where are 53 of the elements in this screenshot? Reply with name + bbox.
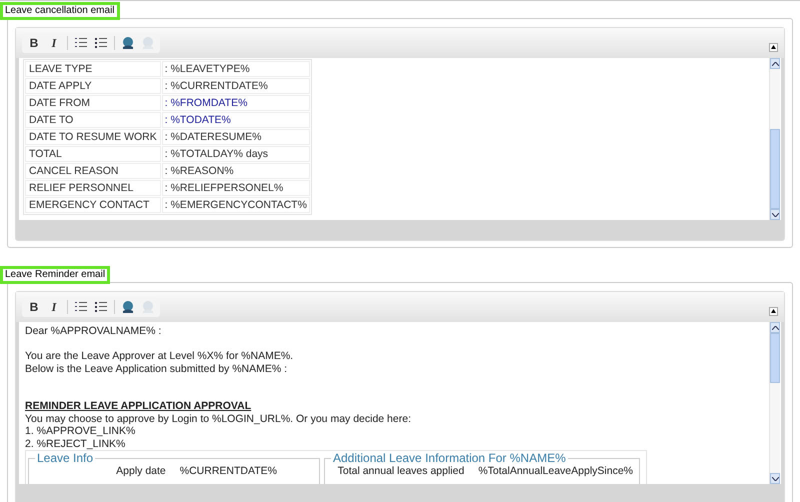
numbered-list-icon	[74, 300, 88, 314]
collapse-button[interactable]	[769, 306, 778, 316]
collapse-button[interactable]	[769, 42, 778, 52]
table-cell: : %EMERGENCYCONTACT%	[162, 197, 310, 213]
section-heading: REMINDER LEAVE APPLICATION APPROVAL	[25, 400, 252, 412]
section-label: Leave Reminder email	[0, 266, 110, 284]
toolbar-button[interactable]: I	[45, 298, 63, 316]
body-text: Below is the Leave Application submitted by %NAME% :	[25, 362, 288, 375]
body-text: 1. %APPROVE_LINK%	[25, 425, 136, 438]
toolbar-button[interactable]: I	[45, 34, 63, 52]
body-text: You may choose to approve by Login to %LOGIN_URL%. Or you may decide here:	[25, 412, 412, 425]
table-cell: : %REASON%	[162, 163, 310, 179]
up-arrow-icon	[771, 309, 776, 313]
table-cell: : %LEAVETYPE%	[162, 61, 310, 77]
table-cell: DATE APPLY	[25, 78, 161, 94]
table-cell: : %TOTALDAY% days	[162, 146, 310, 162]
table-cell: : %CURRENTDATE%	[162, 78, 310, 94]
scroll-down-icon[interactable]	[772, 212, 778, 216]
table-cell: : %RELIEFPERSONEL%	[162, 180, 310, 196]
scroll-up-icon[interactable]	[772, 326, 778, 330]
up-arrow-icon	[771, 45, 776, 49]
table-cell: DATE TO	[25, 112, 161, 128]
toolbar-button[interactable]: B	[25, 298, 43, 316]
table-cell: TOTAL	[25, 146, 161, 162]
table-cell: DATE TO RESUME WORK	[25, 129, 161, 145]
table-cell: CANCEL REASON	[25, 163, 161, 179]
table-cell: LEAVE TYPE	[25, 61, 161, 77]
body-text: Dear %APPROVALNAME% :	[25, 325, 162, 338]
table-cell: RELIEF PERSONNEL	[25, 180, 161, 196]
table-cell: : %DATERESUME%	[162, 129, 310, 145]
table-cell: EMERGENCY CONTACT	[25, 197, 161, 213]
bullet-list-icon	[94, 300, 108, 314]
numbered-list-icon	[74, 36, 88, 50]
field-value: %CURRENTDATE%	[180, 465, 277, 477]
table-cell: : %TODATE%	[162, 112, 310, 128]
field-value: %TotalAnnualLeaveApplySince%	[478, 465, 633, 477]
body-text: You are the Leave Approver at Level %X% for %NAME%.	[25, 350, 294, 362]
scroll-up-icon[interactable]	[772, 62, 778, 66]
scrollbar[interactable]	[769, 322, 780, 484]
toolbar-button[interactable]: B	[25, 34, 43, 52]
section-label: Leave cancellation email	[0, 2, 120, 20]
body-text: 2. %REJECT_LINK%	[25, 438, 126, 450]
field-label: Total annual leaves applied	[338, 465, 464, 477]
scroll-thumb[interactable]	[770, 129, 780, 209]
scroll-down-icon[interactable]	[772, 476, 778, 480]
fieldset-legend: Additional Leave Information For %NAME%	[331, 451, 568, 465]
table-cell: : %FROMDATE%	[162, 95, 310, 111]
field-label: Apply date	[116, 465, 166, 477]
scroll-thumb[interactable]	[770, 333, 780, 383]
bullet-list-icon	[94, 36, 108, 50]
table-cell: DATE FROM	[25, 95, 161, 111]
fieldset-legend: Leave Info	[35, 451, 96, 465]
scrollbar[interactable]	[769, 58, 780, 220]
